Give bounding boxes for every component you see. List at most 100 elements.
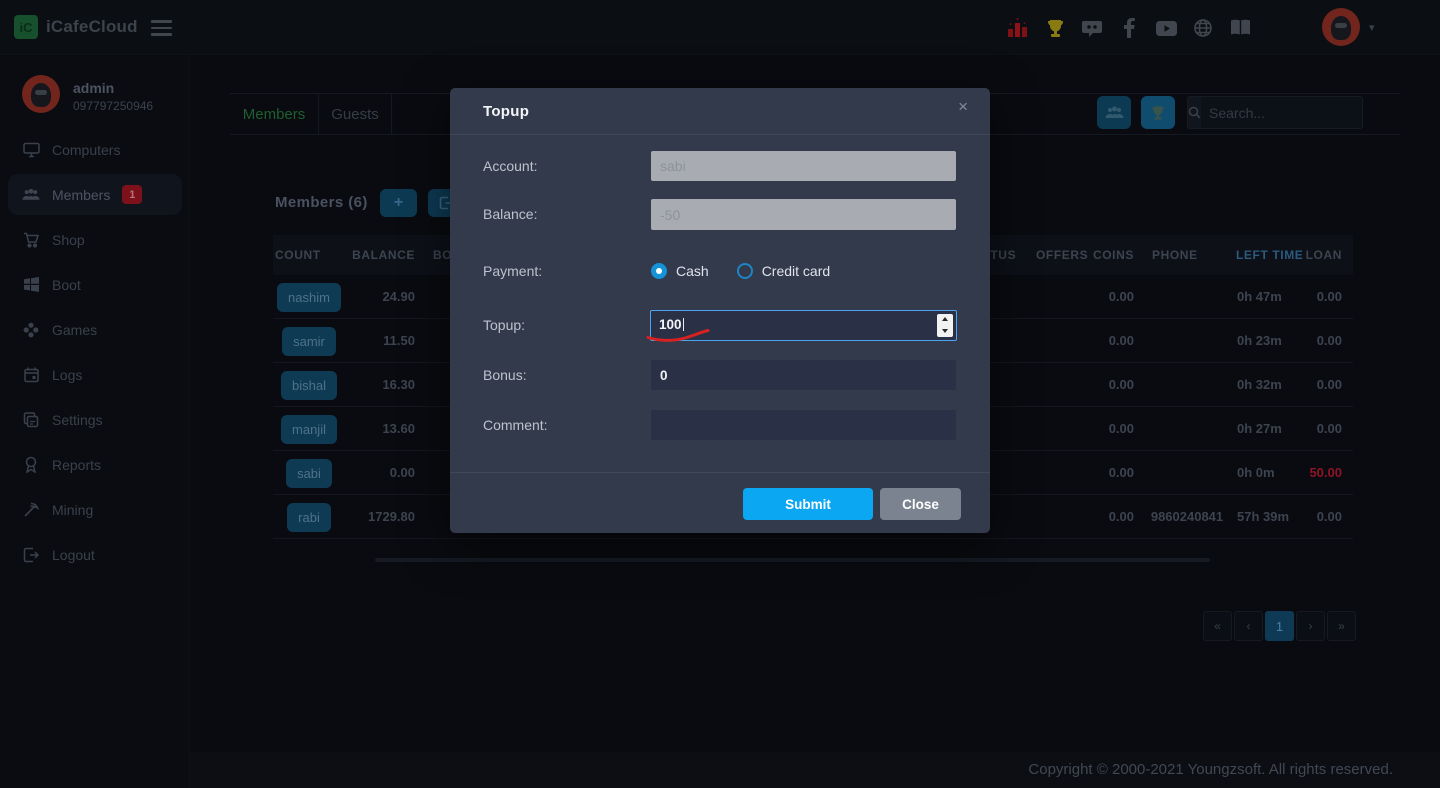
- sidebar-item-label: Shop: [52, 232, 85, 248]
- user-avatar-menu[interactable]: ▾: [1322, 8, 1375, 46]
- trophy-view-button[interactable]: [1141, 96, 1175, 129]
- loan-cell: 50.00: [1262, 451, 1342, 495]
- hamburger-menu-icon[interactable]: [151, 20, 172, 40]
- close-button[interactable]: Close: [880, 488, 961, 520]
- cash-radio-label[interactable]: Cash: [676, 263, 709, 279]
- windows-icon: [22, 276, 40, 294]
- column-header-phone[interactable]: PHONE: [1152, 235, 1198, 275]
- settings-icon: [22, 411, 40, 429]
- sidebar-item-shop[interactable]: Shop: [0, 217, 190, 262]
- page-next-button[interactable]: ›: [1296, 611, 1325, 641]
- balance-label: Balance:: [483, 199, 643, 230]
- logo[interactable]: iC iCafeCloud: [14, 15, 138, 39]
- credit-card-radio-label[interactable]: Credit card: [762, 263, 830, 279]
- topup-value: 100: [659, 317, 682, 332]
- avatar: [22, 75, 60, 113]
- account-label: Account:: [483, 151, 643, 181]
- sidebar-item-label: Boot: [52, 277, 81, 293]
- sidebar-item-label: Settings: [52, 412, 103, 428]
- search-box: [1187, 96, 1363, 129]
- spinner-down-button[interactable]: [937, 325, 953, 337]
- user-name: admin: [73, 75, 153, 96]
- page-prev-button[interactable]: ‹: [1234, 611, 1263, 641]
- cash-radio[interactable]: [651, 263, 667, 279]
- topbar-icon-links: [1006, 15, 1252, 41]
- calendar-icon: [22, 366, 40, 384]
- loan-cell: 0.00: [1262, 275, 1342, 319]
- loan-cell: 0.00: [1262, 319, 1342, 363]
- phone-cell: 9860240841: [1140, 495, 1234, 539]
- close-icon[interactable]: ×: [958, 97, 968, 117]
- sidebar-item-logout[interactable]: Logout: [0, 532, 190, 577]
- icafecloud-logo-icon: iC: [14, 15, 38, 39]
- members-icon: [22, 186, 40, 204]
- sidebar-item-members[interactable]: Members 1: [0, 172, 190, 217]
- search-icon: [1188, 97, 1201, 128]
- sidebar-item-logs[interactable]: Logs: [0, 352, 190, 397]
- add-member-button[interactable]: +: [380, 189, 417, 217]
- coins-cell: 0.00: [1054, 451, 1134, 495]
- tab-members[interactable]: Members: [230, 94, 319, 134]
- page-1-button[interactable]: 1: [1265, 611, 1294, 641]
- monitor-icon: [22, 141, 40, 159]
- globe-icon[interactable]: [1191, 15, 1215, 41]
- youtube-icon[interactable]: [1154, 15, 1178, 41]
- sidebar-item-reports[interactable]: Reports: [0, 442, 190, 487]
- discord-icon[interactable]: [1080, 15, 1104, 41]
- tab-guests[interactable]: Guests: [319, 94, 392, 134]
- balance-cell: 24.90: [293, 275, 415, 319]
- spinner-up-button[interactable]: [937, 314, 953, 326]
- text-caret: [683, 318, 684, 331]
- copyright-text: Copyright © 2000-2021 Youngzsoft. All ri…: [1028, 752, 1393, 788]
- page-last-button[interactable]: »: [1327, 611, 1356, 641]
- handbook-icon[interactable]: [1228, 15, 1252, 41]
- members-icon: [1105, 106, 1124, 120]
- app-root: iC iCafeCloud: [0, 0, 1440, 788]
- submit-button[interactable]: Submit: [743, 488, 873, 520]
- sidebar-item-boot[interactable]: Boot: [0, 262, 190, 307]
- pagination: « ‹ 1 › »: [1203, 611, 1356, 641]
- topup-modal: Topup × Account: Balance: Payment: Cash …: [450, 88, 990, 533]
- column-header-balance[interactable]: BALANCE: [293, 235, 415, 275]
- chevron-down-icon: ▾: [1369, 21, 1375, 34]
- loan-cell: 0.00: [1262, 407, 1342, 451]
- sidebar-item-label: Games: [52, 322, 97, 338]
- sidebar-item-games[interactable]: Games: [0, 307, 190, 352]
- balance-cell: 0.00: [293, 451, 415, 495]
- column-header-coins[interactable]: COINS: [1054, 235, 1134, 275]
- bonus-input[interactable]: [651, 360, 956, 390]
- coins-cell: 0.00: [1054, 363, 1134, 407]
- sidebar-item-mining[interactable]: Mining: [0, 487, 190, 532]
- horizontal-scrollbar[interactable]: [375, 558, 1210, 562]
- topup-input[interactable]: 100: [650, 310, 957, 341]
- topbar: iC iCafeCloud: [0, 0, 1440, 55]
- search-input[interactable]: [1201, 97, 1398, 128]
- facebook-icon[interactable]: [1117, 15, 1141, 41]
- column-header-loan[interactable]: LOAN: [1262, 235, 1342, 275]
- page-first-button[interactable]: «: [1203, 611, 1232, 641]
- medal-icon: [22, 456, 40, 474]
- loan-cell: 0.00: [1262, 495, 1342, 539]
- sidebar-item-computers[interactable]: Computers: [0, 127, 190, 172]
- sidebar-nav: Computers Members 1 Shop Boot Games: [0, 127, 190, 577]
- members-badge: 1: [122, 185, 142, 204]
- trophy-icon: [1150, 105, 1166, 121]
- sidebar-item-label: Mining: [52, 502, 93, 518]
- coins-cell: 0.00: [1054, 275, 1134, 319]
- comment-input[interactable]: [651, 410, 956, 440]
- balance-input: [651, 199, 956, 230]
- balance-cell: 11.50: [293, 319, 415, 363]
- logo-text: iCafeCloud: [46, 17, 138, 37]
- credit-card-radio[interactable]: [737, 263, 753, 279]
- trophy-icon[interactable]: [1043, 15, 1067, 41]
- topup-label: Topup:: [483, 310, 643, 341]
- balance-cell: 1729.80: [293, 495, 415, 539]
- members-view-button[interactable]: [1097, 96, 1131, 129]
- phone-cell: [1140, 319, 1234, 363]
- sidebar-item-settings[interactable]: Settings: [0, 397, 190, 442]
- footer: Copyright © 2000-2021 Youngzsoft. All ri…: [0, 752, 1440, 788]
- ranking-icon[interactable]: [1006, 15, 1030, 41]
- phone-cell: [1140, 451, 1234, 495]
- coins-cell: 0.00: [1054, 407, 1134, 451]
- payment-options: Cash Credit card: [651, 256, 830, 286]
